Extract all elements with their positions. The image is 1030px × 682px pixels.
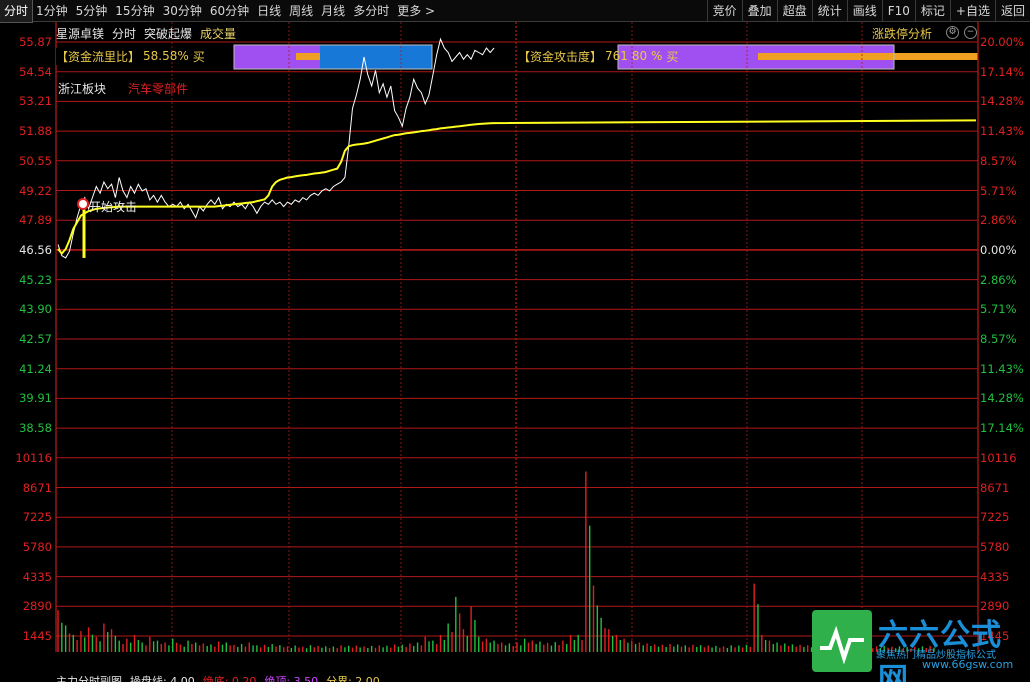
toolbar-button[interactable]: F10 xyxy=(881,0,915,22)
axis-tick-label: 5780 xyxy=(22,539,52,554)
flow-ratio-label: 【资金流里比】 xyxy=(56,47,144,65)
axis-tick-label: 7225 xyxy=(980,510,1010,525)
toolbar-buttons: 竞价 叠加 超盘 统计 画线 F10 标记 +自选 返回 xyxy=(706,0,1030,22)
period-tabs: 分时 1分钟 5分钟 15分钟 30分钟 60分钟 日线 周线 月线 多分时 更多 > xyxy=(0,0,439,23)
axis-tick-label: 5.71% xyxy=(980,302,1017,317)
attack-panel: 【资金攻击度】 761 80 % 买 xyxy=(518,45,682,67)
axis-tick-label: 49.22 xyxy=(19,183,52,198)
period-tab[interactable]: 5分钟 xyxy=(72,0,112,22)
axis-tick-label: 55.87 xyxy=(19,35,52,49)
top-value: 绝顶: 3.50 xyxy=(264,675,319,682)
attack-mark xyxy=(758,53,978,60)
axis-tick-label: 4335 xyxy=(22,569,52,584)
axis-tick-label: 7225 xyxy=(22,510,52,525)
axis-tick-label: 47.89 xyxy=(19,213,52,228)
axis-tick-label: 5.71% xyxy=(980,183,1017,198)
axis-tick-label: 14.28% xyxy=(980,94,1024,109)
stock-name: 星源卓镁 xyxy=(56,27,105,41)
axis-tick-label: 39.91 xyxy=(19,391,52,406)
axis-tick-label: 4335 xyxy=(980,569,1010,584)
axis-tick-label: 46.56 xyxy=(19,242,52,257)
toolbar-button[interactable]: 画线 xyxy=(846,0,882,22)
settings-icon[interactable]: ⚙ xyxy=(946,26,959,39)
toolbar-button[interactable]: 超盘 xyxy=(776,0,812,22)
axis-tick-label: 10116 xyxy=(15,450,52,465)
intraday-chart[interactable]: 星源卓镁 分时 突破起爆 成交量 涨跌停分析 ⚙ − 【资金流里比】 58.58… xyxy=(0,22,1030,682)
top-toolbar: 分时 1分钟 5分钟 15分钟 30分钟 60分钟 日线 周线 月线 多分时 更多 > 竞价 叠加 超盘… xyxy=(0,0,1030,23)
watermark-url: www.66gsw.com xyxy=(922,658,1014,671)
flow-ratio-panel: 【资金流里比】 58.58% 买 xyxy=(56,45,209,67)
attack-suffix: 买 xyxy=(666,49,679,64)
chart-period: 分时 xyxy=(112,27,137,41)
axis-tick-label: 54.54 xyxy=(19,64,52,79)
period-tab[interactable]: 更多 > xyxy=(393,0,439,22)
flow-sell-bar xyxy=(320,45,432,69)
divide-value: 分界: 2.00 xyxy=(326,675,380,682)
axis-tick-label: 17.14% xyxy=(980,421,1024,436)
axis-tick-label: 2890 xyxy=(22,599,52,614)
axis-tick-label: 0.00% xyxy=(980,242,1017,257)
minus-icon[interactable]: − xyxy=(964,26,977,39)
axis-tick-label: 42.57 xyxy=(19,332,52,346)
axis-tick-label: 1445 xyxy=(22,629,52,643)
limit-analysis-link[interactable]: 涨跌停分析 xyxy=(872,25,932,42)
axis-tick-label: 45.23 xyxy=(19,272,52,287)
axis-tick-label: 41.24 xyxy=(19,361,52,376)
axis-tick-label: 2.86% xyxy=(980,213,1017,228)
axis-tick-label: 8.57% xyxy=(980,332,1017,346)
watermark-logo-icon xyxy=(812,610,872,672)
period-tab[interactable]: 15分钟 xyxy=(111,0,158,22)
toolbar-button[interactable]: 返回 xyxy=(994,0,1030,22)
toolbar-button[interactable]: 标记 xyxy=(914,0,950,22)
concept-label: 汽车零部件 xyxy=(128,82,189,96)
chart-subheader: 星源卓镁 分时 突破起爆 成交量 xyxy=(56,25,236,41)
axis-tick-label: 51.88 xyxy=(19,124,52,139)
board-label: 浙江板块 xyxy=(58,82,107,96)
axis-tick-label: 5780 xyxy=(980,539,1010,554)
period-tab[interactable]: 30分钟 xyxy=(159,0,206,22)
period-tab[interactable]: 日线 xyxy=(253,0,285,22)
period-tab[interactable]: 周线 xyxy=(285,0,317,22)
axis-tick-label: 8671 xyxy=(980,480,1010,495)
axis-tick-label: 17.14% xyxy=(980,64,1024,79)
volume-indicator-name[interactable]: 成交量 xyxy=(200,25,236,41)
flow-mark xyxy=(296,53,320,60)
attack-start-icon xyxy=(77,198,89,210)
axis-tick-label: 8.57% xyxy=(980,153,1017,168)
axis-tick-label: 11.43% xyxy=(980,124,1024,139)
period-tab[interactable]: 分时 xyxy=(0,0,34,23)
axis-tick-label: 20.00% xyxy=(980,35,1024,49)
period-tab[interactable]: 60分钟 xyxy=(206,0,253,22)
operate-line-value: 操盘线: 4.00 xyxy=(130,675,195,682)
attack-start-annotation: 开始攻击 xyxy=(89,200,138,214)
avg-price-line xyxy=(57,119,977,256)
axis-tick-label: 11.43% xyxy=(980,361,1024,376)
bottom-value: 绝底: 0.20 xyxy=(202,675,257,682)
axis-tick-label: 38.58 xyxy=(19,421,52,436)
toolbar-button[interactable]: 叠加 xyxy=(741,0,777,22)
period-tab[interactable]: 1分钟 xyxy=(32,0,72,22)
attack-label: 【资金攻击度】 xyxy=(518,47,606,65)
axis-tick-label: 50.55 xyxy=(19,153,52,168)
toolbar-button[interactable]: 统计 xyxy=(811,0,847,22)
period-tab[interactable]: 多分时 xyxy=(349,0,393,22)
flow-ratio-value: 58.58% xyxy=(143,49,189,63)
axis-tick-label: 43.90 xyxy=(19,302,52,317)
attack-value2: 80 % xyxy=(631,49,663,63)
sub-chart-title: 主力分时副图 xyxy=(56,675,122,682)
toolbar-button[interactable]: 竞价 xyxy=(706,0,742,22)
axis-tick-label: 2.86% xyxy=(980,272,1017,287)
attack-value: 761 xyxy=(605,49,628,63)
axis-tick-label: 10116 xyxy=(980,450,1017,465)
axis-tick-label: 53.21 xyxy=(19,94,52,109)
period-tab[interactable]: 月线 xyxy=(317,0,349,22)
axis-tick-label: 14.28% xyxy=(980,391,1024,406)
toolbar-button[interactable]: +自选 xyxy=(949,0,995,22)
sub-chart-header: 主力分时副图 操盘线: 4.00 绝底: 0.20 绝顶: 3.50 分界: 2… xyxy=(56,673,380,682)
chart-canvas[interactable] xyxy=(0,22,1030,682)
flow-ratio-suffix: 买 xyxy=(192,49,205,64)
watermark-logo: 六六公式网 聚焦热门精品炒股指标公式 www.66gsw.com xyxy=(812,610,1030,682)
indicator-name[interactable]: 突破起爆 xyxy=(144,25,192,41)
axis-tick-label: 8671 xyxy=(22,480,52,495)
